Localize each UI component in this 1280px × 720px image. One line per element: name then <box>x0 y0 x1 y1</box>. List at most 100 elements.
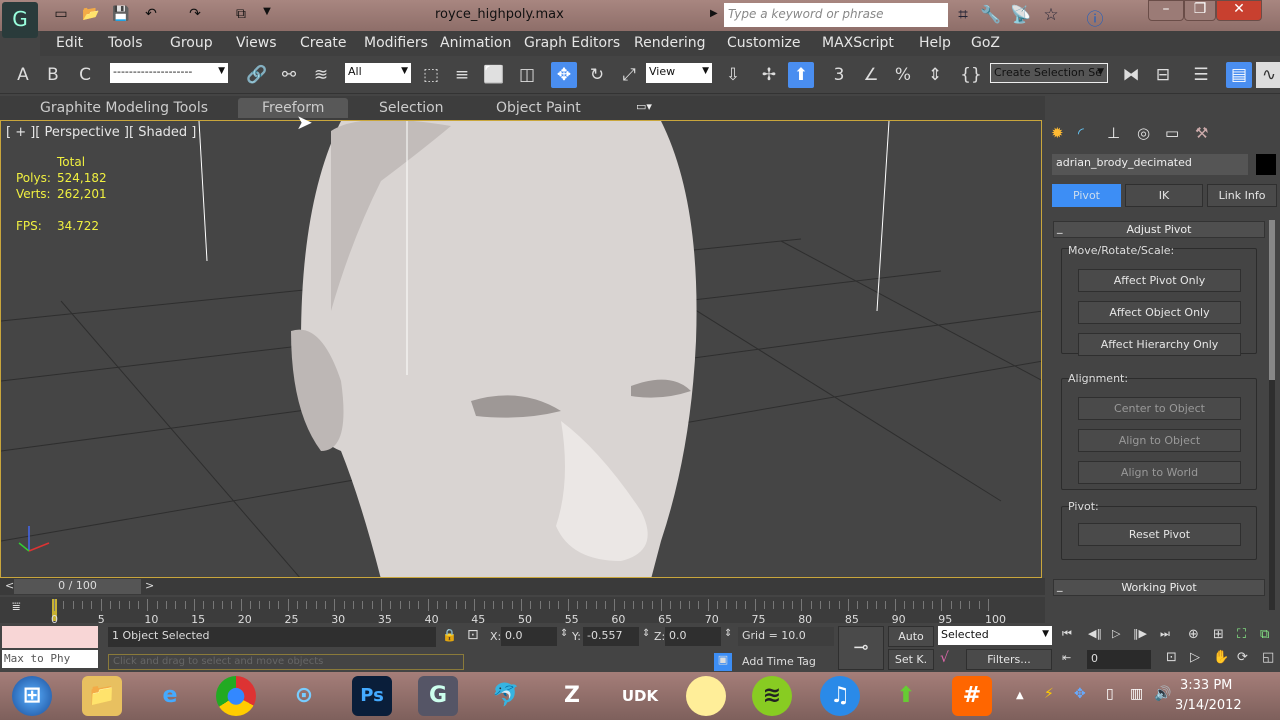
key-filter-dropdown[interactable]: Selected <box>938 626 1052 645</box>
affect-object-only-button[interactable]: Affect Object Only <box>1078 301 1241 324</box>
rectangular-selection-icon[interactable]: ⬜ <box>481 62 507 88</box>
zoom-extents-icon[interactable]: ⛶ <box>1237 627 1246 642</box>
tab-graphite-modeling-tools[interactable]: Graphite Modeling Tools <box>16 98 232 118</box>
power-icon[interactable]: ▯ <box>1106 686 1114 702</box>
named-selection-dropdown[interactable]: -------------------- <box>110 63 228 83</box>
selection-filter-dropdown[interactable]: All <box>345 63 411 83</box>
time-slider-prev[interactable]: < <box>5 579 14 592</box>
affect-pivot-only-button[interactable]: Affect Pivot Only <box>1078 269 1241 292</box>
maxscript-listener-output[interactable] <box>2 626 98 648</box>
tab-selection[interactable]: Selection <box>355 98 468 118</box>
binoculars-icon[interactable]: ⌗ <box>952 5 974 25</box>
clock-date[interactable]: 3/14/2012 <box>1175 698 1242 713</box>
select-and-rotate-icon[interactable]: ↻ <box>584 62 610 88</box>
align-to-world-button[interactable]: Align to World <box>1078 461 1241 484</box>
container-a-icon[interactable]: A <box>10 62 36 88</box>
motion-panel-icon[interactable]: ◎ <box>1137 124 1150 142</box>
next-frame-icon[interactable]: ‖▶ <box>1133 627 1147 640</box>
working-pivot-rollout-header[interactable]: _ Working Pivot <box>1053 579 1265 596</box>
viewport-label-menu[interactable]: [ + ][ Perspective ][ Shaded ] <box>6 125 196 140</box>
zbrush-icon[interactable]: Z <box>552 676 592 716</box>
dropbox-icon[interactable]: ✥ <box>1074 686 1086 702</box>
qa-dropdown-icon[interactable]: ▼ <box>258 6 276 23</box>
tray-app-icon[interactable]: ⚡ <box>1044 686 1054 702</box>
menu-customize[interactable]: Customize <box>727 35 801 51</box>
mirror-icon[interactable]: ⧓ <box>1118 62 1144 88</box>
zoom-icon[interactable]: ⊕ <box>1188 627 1199 642</box>
curve-editor-icon[interactable]: ∿ <box>1256 62 1280 88</box>
z-spinner[interactable]: ⇕ <box>724 628 732 639</box>
center-to-object-button[interactable]: Center to Object <box>1078 397 1241 420</box>
menu-group[interactable]: Group <box>170 35 213 51</box>
chrome-icon[interactable]: ● <box>216 676 256 716</box>
reset-pivot-button[interactable]: Reset Pivot <box>1078 523 1241 546</box>
go-to-end-icon[interactable]: ⏭ <box>1160 627 1170 641</box>
save-icon[interactable]: 💾 <box>112 6 130 23</box>
ribbon-options-icon[interactable]: ▭▾ <box>636 100 652 113</box>
previous-frame-icon[interactable]: ◀‖ <box>1088 627 1102 640</box>
upload-app-icon[interactable]: ⬆ <box>886 676 926 716</box>
reference-coordinate-dropdown[interactable]: View <box>646 63 712 83</box>
select-and-scale-icon[interactable]: ⤢ <box>616 62 642 88</box>
menu-maxscript[interactable]: MAXScript <box>822 35 894 51</box>
volume-icon[interactable]: 🔊 <box>1154 686 1171 702</box>
auto-key-button[interactable]: Auto <box>888 626 934 647</box>
lock-selection-icon[interactable]: 🔒 <box>442 628 457 642</box>
time-slider[interactable]: < 0 / 100 > <box>0 578 1045 595</box>
play-icon[interactable]: ▷ <box>1112 627 1120 640</box>
window-crossing-icon[interactable]: ◫ <box>514 62 540 88</box>
search-expand-icon[interactable]: ▶ <box>710 8 718 19</box>
tray-expand-icon[interactable]: ▲ <box>1016 690 1024 701</box>
menu-edit[interactable]: Edit <box>56 35 83 51</box>
percent-snap-icon[interactable]: % <box>890 62 916 88</box>
maximize-viewport-icon[interactable]: ◱ <box>1262 650 1274 665</box>
itunes-icon[interactable]: ♫ <box>820 676 860 716</box>
container-b-icon[interactable]: B <box>40 62 66 88</box>
panel-scrollbar[interactable] <box>1269 220 1275 610</box>
object-name-field[interactable]: adrian_brody_decimated <box>1052 154 1248 175</box>
set-key-icon[interactable]: ⊸ <box>838 626 884 670</box>
menu-views[interactable]: Views <box>236 35 277 51</box>
orbit-icon[interactable]: ⟳ <box>1237 650 1248 665</box>
menu-create[interactable]: Create <box>300 35 347 51</box>
udk-icon[interactable]: UDK <box>620 676 660 716</box>
spotify-icon[interactable]: ≋ <box>752 676 792 716</box>
undo-icon[interactable]: ↶ <box>142 6 160 23</box>
sticky-app-icon[interactable] <box>686 676 726 716</box>
unlink-icon[interactable]: ⚯ <box>276 62 302 88</box>
modify-panel-icon[interactable]: ◜ <box>1078 124 1084 142</box>
menu-help[interactable]: Help <box>919 35 951 51</box>
tab-freeform[interactable]: Freeform <box>238 98 349 118</box>
menu-goz[interactable]: GoZ <box>971 35 1000 51</box>
utilities-panel-icon[interactable]: ⚒ <box>1195 124 1208 142</box>
time-slider-next[interactable]: > <box>145 579 154 592</box>
collapse-toggle[interactable]: _ <box>1057 578 1063 593</box>
select-by-name-icon[interactable]: ≡ <box>449 62 475 88</box>
create-selection-set-dropdown[interactable]: Create Selection Se <box>990 63 1108 83</box>
current-frame-field[interactable]: 0 <box>1087 650 1151 669</box>
close-button[interactable]: ✕ <box>1216 0 1262 21</box>
select-manipulate-icon[interactable]: ✢ <box>756 62 782 88</box>
select-object-icon[interactable]: ⬚ <box>418 62 444 88</box>
help-icon[interactable]: ⓘ <box>1084 5 1106 30</box>
curve-icon[interactable]: √ <box>940 650 949 666</box>
y-coordinate-field[interactable]: -0.557 <box>583 627 639 646</box>
maxscript-listener-input[interactable]: Max to Phy <box>2 650 98 668</box>
collapse-toggle[interactable]: _ <box>1057 220 1063 235</box>
link-info-tab[interactable]: Link Info <box>1207 184 1277 207</box>
photoshop-icon[interactable]: Ps <box>352 676 392 716</box>
pivot-tab[interactable]: Pivot <box>1052 184 1121 207</box>
keyboard-shortcut-override-icon[interactable]: ⬆ <box>788 62 814 88</box>
edit-named-selections-icon[interactable]: {} <box>958 62 984 88</box>
pivot-center-icon[interactable]: ⇩ <box>720 62 746 88</box>
search-input[interactable]: Type a keyword or phrase <box>724 3 948 27</box>
align-icon[interactable]: ⊟ <box>1150 62 1176 88</box>
key-icon[interactable]: 🔧 <box>980 5 1002 25</box>
key-filters-button[interactable]: Filters... <box>966 649 1052 670</box>
zoom-extents-all-icon[interactable]: ⧉ <box>1260 627 1269 642</box>
network-icon[interactable]: ▥ <box>1130 686 1143 702</box>
link-icon[interactable]: 🔗 <box>244 62 270 88</box>
ik-tab[interactable]: IK <box>1125 184 1203 207</box>
x-spinner[interactable]: ⇕ <box>560 628 568 639</box>
container-c-icon[interactable]: C <box>72 62 98 88</box>
